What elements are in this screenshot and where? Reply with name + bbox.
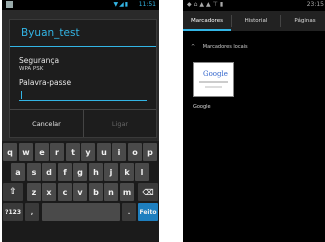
- tab-saved-pages[interactable]: Páginas: [281, 11, 325, 31]
- key-a[interactable]: a: [11, 163, 25, 181]
- bookmark-thumbnail[interactable]: Google: [193, 62, 234, 97]
- key-m[interactable]: m: [120, 183, 134, 201]
- signal-icons: ▼◢▮: [113, 1, 129, 8]
- title-divider: [10, 46, 156, 47]
- keyboard-row-4: ?123 , . Feito: [2, 203, 159, 223]
- key-g[interactable]: g: [73, 163, 87, 181]
- wifi-dialog: Byuan_test Segurança WPA PSK Palavra-pas…: [9, 19, 157, 138]
- key-k[interactable]: k: [120, 163, 134, 181]
- status-time: 11:51: [138, 1, 156, 8]
- bookmark-label[interactable]: Google: [193, 104, 211, 110]
- space-key[interactable]: [42, 203, 120, 221]
- google-logo: Google: [203, 70, 228, 78]
- search-box-placeholder: [199, 81, 228, 83]
- keyboard-row-1: q w e r t y u i o p: [2, 143, 159, 163]
- key-f[interactable]: f: [58, 163, 72, 181]
- password-input[interactable]: [19, 91, 147, 101]
- key-z[interactable]: z: [27, 183, 41, 201]
- active-tab-indicator: [183, 29, 231, 31]
- key-l[interactable]: l: [135, 163, 149, 181]
- key-p[interactable]: p: [143, 143, 157, 161]
- key-s[interactable]: s: [27, 163, 41, 181]
- connect-button[interactable]: Ligar: [84, 110, 156, 137]
- key-e[interactable]: e: [35, 143, 49, 161]
- key-x[interactable]: x: [42, 183, 56, 201]
- comma-key[interactable]: ,: [25, 203, 39, 221]
- notification-icon: [6, 1, 13, 8]
- keyboard-row-3: ⇧ z x c v b n m ⌫: [2, 183, 159, 203]
- key-o[interactable]: o: [128, 143, 142, 161]
- dialog-title: Byuan_test: [21, 27, 80, 39]
- key-u[interactable]: u: [97, 143, 111, 161]
- shift-key[interactable]: ⇧: [3, 183, 23, 201]
- key-t[interactable]: t: [66, 143, 80, 161]
- security-label: Segurança: [19, 56, 60, 65]
- backspace-key[interactable]: ⌫: [138, 183, 158, 201]
- key-b[interactable]: b: [89, 183, 103, 201]
- tab-bar: Marcadores Historial Páginas: [183, 11, 325, 31]
- local-bookmarks-header[interactable]: ^ Marcadores locais: [191, 44, 248, 50]
- key-w[interactable]: w: [19, 143, 33, 161]
- password-label: Palavra-passe: [19, 78, 72, 87]
- key-d[interactable]: d: [42, 163, 56, 181]
- key-v[interactable]: v: [73, 183, 87, 201]
- symbols-key[interactable]: ?123: [3, 203, 23, 221]
- period-key[interactable]: .: [122, 203, 136, 221]
- cancel-button[interactable]: Cancelar: [10, 110, 83, 137]
- text-cursor: [21, 91, 22, 99]
- status-time: 23:15: [306, 1, 324, 8]
- button-placeholder: [205, 86, 222, 88]
- tab-history[interactable]: Historial: [232, 11, 280, 31]
- chevron-up-icon: ^: [191, 44, 196, 50]
- soft-keyboard: q w e r t y u i o p a s d f g h j k l ⇧ …: [2, 141, 159, 242]
- key-c[interactable]: c: [58, 183, 72, 201]
- notification-icons: ◆⌂▲▲⊤▮: [187, 1, 226, 8]
- status-bar: ◆⌂▲▲⊤▮ 23:15: [183, 0, 325, 9]
- key-y[interactable]: y: [81, 143, 95, 161]
- wifi-password-screen: ▼◢▮ 11:51 Byuan_test Segurança WPA PSK P…: [2, 0, 159, 242]
- key-r[interactable]: r: [50, 143, 64, 161]
- security-value: WPA PSK: [19, 66, 44, 72]
- section-title: Marcadores locais: [202, 44, 248, 50]
- status-bar: ▼◢▮ 11:51: [2, 0, 159, 10]
- keyboard-row-2: a s d f g h j k l: [2, 163, 159, 183]
- key-q[interactable]: q: [3, 143, 17, 161]
- tab-bookmarks[interactable]: Marcadores: [183, 11, 231, 31]
- key-j[interactable]: j: [104, 163, 118, 181]
- key-h[interactable]: h: [89, 163, 103, 181]
- browser-bookmarks-screen: ◆⌂▲▲⊤▮ 23:15 Marcadores Historial Página…: [183, 0, 325, 242]
- key-n[interactable]: n: [104, 183, 118, 201]
- done-key[interactable]: Feito: [138, 203, 158, 221]
- key-i[interactable]: i: [112, 143, 126, 161]
